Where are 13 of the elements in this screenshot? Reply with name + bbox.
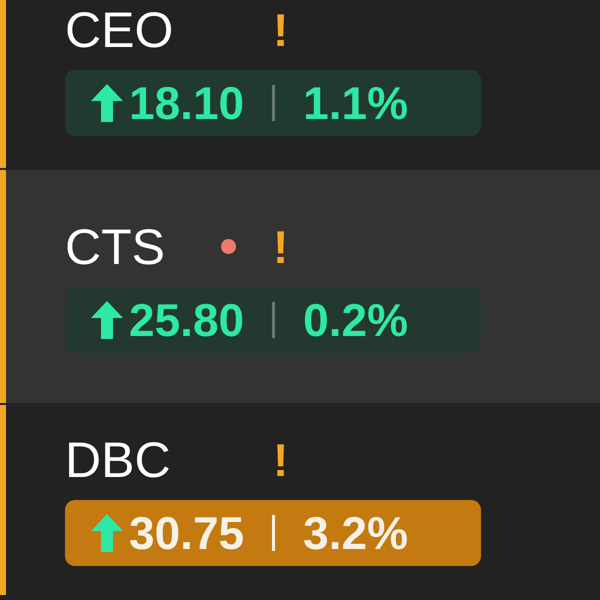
stock-symbol: CEO [65,5,174,55]
change-percent: 0.2% [303,296,408,342]
stock-symbol: CTS [65,222,166,272]
warning-mark: ! [273,437,288,483]
price-value: 30.75 [129,510,244,556]
warning-mark: ! [273,7,288,53]
change-percent: 3.2% [303,510,408,556]
change-percent: 1.1% [303,80,408,126]
warning-mark: ! [273,224,288,270]
stock-row[interactable]: CTS ! 25.80 0.2% [0,170,600,403]
price-value: 25.80 [129,296,244,342]
price-value: 18.10 [129,80,244,126]
stock-symbol: DBC [65,435,172,485]
